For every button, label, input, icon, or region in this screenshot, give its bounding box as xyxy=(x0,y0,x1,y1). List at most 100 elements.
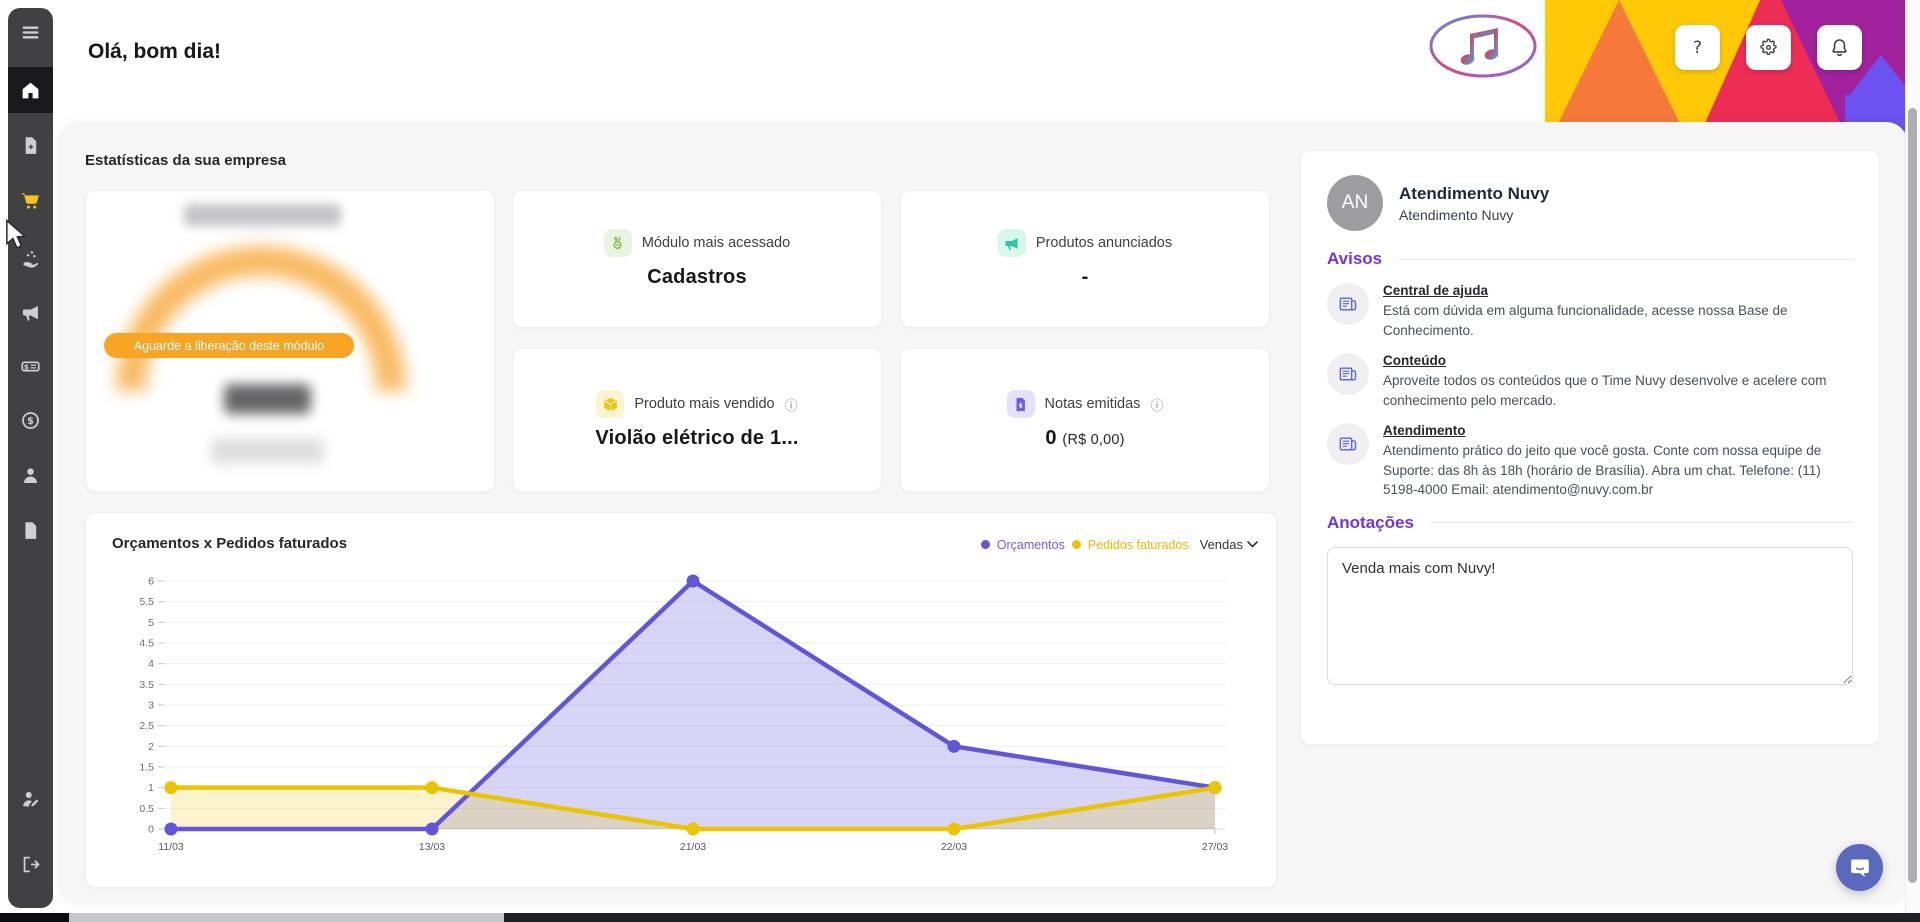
support-subtitle: Atendimento Nuvy xyxy=(1399,207,1549,223)
bell-icon xyxy=(1829,37,1850,58)
aviso-item: Conteúdo Aproveite todos os conteúdos que… xyxy=(1327,353,1853,410)
legend-label-orcamentos[interactable]: Orçamentos xyxy=(997,538,1065,552)
chart-type-dropdown[interactable]: Vendas xyxy=(1200,537,1258,552)
user-edit-icon xyxy=(20,788,41,809)
taskbar-segment-dark xyxy=(0,913,69,922)
avatar: AN xyxy=(1327,175,1383,231)
svg-text:2: 2 xyxy=(148,741,154,753)
sidebar-item-megaphone[interactable] xyxy=(8,294,53,330)
sidebar-item-bill[interactable]: $ xyxy=(8,348,53,384)
stat-card-label: Módulo mais acessado xyxy=(642,235,790,251)
aviso-text: Aproveite todos os conteúdos que o Time … xyxy=(1383,371,1853,410)
settings-button[interactable] xyxy=(1746,25,1791,70)
notes-textarea[interactable] xyxy=(1327,547,1853,685)
stat-card-label-row: Produto mais vendido ⓘ xyxy=(596,390,797,418)
sidebar: $$ xyxy=(8,8,53,908)
chat-launcher-button[interactable] xyxy=(1836,844,1883,891)
svg-text:1: 1 xyxy=(148,782,154,794)
main-content: Estatísticas da sua empresa Aguarde a li… xyxy=(58,122,1908,905)
svg-text:22/03: 22/03 xyxy=(941,841,967,853)
home-icon xyxy=(20,80,41,101)
help-icon: ? xyxy=(1693,38,1702,58)
dollar-circle-icon: $ xyxy=(20,410,41,431)
bottom-taskbar-edge xyxy=(0,913,1920,922)
blurred-gauge-value xyxy=(224,384,311,414)
sidebar-item-file[interactable] xyxy=(8,512,53,548)
scrollbar-thumb[interactable] xyxy=(1908,108,1917,883)
svg-text:27/03: 27/03 xyxy=(1202,841,1228,853)
sidebar-item-user[interactable] xyxy=(8,457,53,493)
aviso-body: AtendimentoAtendimento prático do jeito … xyxy=(1383,423,1853,500)
stat-card-4: $Notas emitidasⓘ0 (R$ 0,00) xyxy=(900,348,1270,492)
svg-text:$: $ xyxy=(24,362,29,371)
support-header: AN Atendimento Nuvy Atendimento Nuvy xyxy=(1327,175,1853,231)
scrollbar-track[interactable] xyxy=(1905,0,1920,913)
app-window: Olá, bom dia! ? $$ xyxy=(0,0,1920,922)
stat-card-label: Produto mais vendido xyxy=(634,396,774,412)
newspaper-icon xyxy=(1327,423,1369,465)
svg-text:0.5: 0.5 xyxy=(139,803,154,815)
svg-text:21/03: 21/03 xyxy=(680,841,706,853)
aviso-text: Está com dúvida em alguma funcionalidade… xyxy=(1383,301,1853,340)
sidebar-item-logout[interactable] xyxy=(8,846,53,882)
module-locked-badge: Aguarde a liberação deste módulo xyxy=(104,333,354,358)
svg-text:$: $ xyxy=(27,415,34,426)
stat-card-2: Produtos anunciados- xyxy=(900,190,1270,328)
info-icon[interactable]: ⓘ xyxy=(1150,395,1163,414)
svg-text:3: 3 xyxy=(148,700,154,712)
hand-coins-icon xyxy=(20,248,41,269)
orcamentos-pedidos-chart: 00.511.522.533.544.555.5611/0313/0321/03… xyxy=(86,513,1278,889)
aviso-link[interactable]: Atendimento xyxy=(1383,423,1853,438)
info-icon[interactable]: ⓘ xyxy=(785,395,798,414)
chart-title: Orçamentos x Pedidos faturados xyxy=(112,535,347,552)
support-name: Atendimento Nuvy xyxy=(1399,184,1549,204)
svg-text:4: 4 xyxy=(148,658,154,670)
stat-card-label: Produtos anunciados xyxy=(1036,235,1172,251)
svg-text:6: 6 xyxy=(148,576,154,588)
sidebar-item-hand-coins[interactable] xyxy=(8,240,53,276)
medal-icon xyxy=(604,229,632,257)
stat-card-3: Produto mais vendidoⓘViolão elétrico de … xyxy=(512,348,882,492)
aviso-body: Central de ajuda Está com dúvida em algum… xyxy=(1383,283,1853,340)
avisos-title: Avisos xyxy=(1327,249,1382,269)
file-plus-icon xyxy=(20,135,41,156)
sidebar-item-home[interactable] xyxy=(8,67,53,113)
aviso-link[interactable]: Conteúdo xyxy=(1383,353,1853,368)
locked-gauge-card: Aguarde a liberação deste módulo xyxy=(85,190,495,492)
sidebar-item-file-plus[interactable] xyxy=(8,127,53,163)
chart-card: 00.511.522.533.544.555.5611/0313/0321/03… xyxy=(85,512,1277,888)
svg-text:4.5: 4.5 xyxy=(139,638,154,650)
newspaper-icon xyxy=(1327,353,1369,395)
taskbar-segment-light xyxy=(69,913,504,922)
divider xyxy=(1430,522,1853,523)
svg-text:0: 0 xyxy=(148,824,154,836)
user-icon xyxy=(20,465,41,486)
stat-card-value: 0 (R$ 0,00) xyxy=(1045,427,1124,450)
bill-icon: $ xyxy=(20,356,41,377)
sidebar-item-menu[interactable] xyxy=(8,14,53,50)
svg-text:$: $ xyxy=(1019,401,1023,409)
aviso-body: Conteúdo Aproveite todos os conteúdos que… xyxy=(1383,353,1853,410)
music-note-icon xyxy=(1459,28,1499,66)
sidebar-item-user-edit[interactable] xyxy=(8,780,53,816)
blurred-gauge-title xyxy=(184,204,341,226)
sidebar-item-dollar-circle[interactable]: $ xyxy=(8,402,53,438)
page-title: Olá, bom dia! xyxy=(88,40,221,64)
file-icon xyxy=(20,520,41,541)
legend-dot-pedidos xyxy=(1072,540,1081,549)
legend-label-pedidos[interactable]: Pedidos faturados xyxy=(1088,538,1189,552)
aviso-item: AtendimentoAtendimento prático do jeito … xyxy=(1327,423,1853,500)
megaphone-icon xyxy=(20,302,41,323)
menu-icon xyxy=(20,22,41,43)
stat-card-label-row: Produtos anunciados xyxy=(998,229,1172,257)
gear-icon xyxy=(1758,37,1779,58)
sidebar-item-cart[interactable] xyxy=(8,182,53,218)
svg-text:1.5: 1.5 xyxy=(139,762,154,774)
stat-card-label-row: Módulo mais acessado xyxy=(604,229,790,257)
aviso-link[interactable]: Central de ajuda xyxy=(1383,283,1853,298)
chat-icon xyxy=(1848,856,1872,880)
svg-text:5.5: 5.5 xyxy=(139,596,154,608)
invoice-icon: $ xyxy=(1007,390,1035,418)
help-button[interactable]: ? xyxy=(1675,25,1720,70)
notifications-button[interactable] xyxy=(1817,25,1862,70)
